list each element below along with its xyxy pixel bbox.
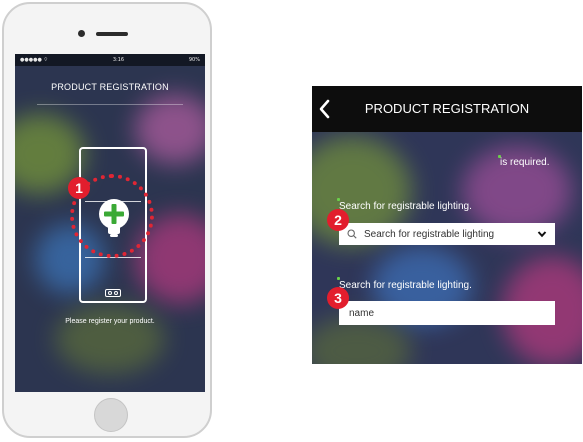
speaker-grille	[96, 32, 128, 36]
lighting-search-select[interactable]: Search for registrable lighting	[339, 223, 555, 245]
device-logo-icon	[105, 289, 121, 297]
status-battery: 90%	[188, 57, 200, 63]
camera-dot	[78, 30, 85, 37]
chevron-down-icon[interactable]	[537, 230, 547, 238]
phone-screen: ●●●●● ⌔ 3:16 90% PRODUCT REGISTRATION Pl…	[15, 54, 205, 392]
title-divider	[37, 104, 183, 105]
name-input[interactable]	[339, 301, 555, 325]
register-caption: Please register your product.	[65, 318, 155, 325]
page-title: PRODUCT REGISTRATION	[364, 101, 530, 116]
search-field-label: Search for registrable lighting.	[339, 201, 472, 212]
step-badge-3: 3	[327, 287, 349, 309]
status-time: 3:16	[112, 57, 125, 63]
name-field-label: Search for registrable lighting.	[339, 280, 472, 291]
phone-mockup: ●●●●● ⌔ 3:16 90% PRODUCT REGISTRATION Pl…	[2, 2, 212, 438]
app-header: PRODUCT REGISTRATION	[312, 86, 582, 132]
home-button	[94, 398, 128, 432]
required-note: is required.	[500, 157, 550, 168]
step-badge-1: 1	[68, 177, 90, 199]
status-carrier: ●●●●● ⌔	[20, 57, 49, 63]
search-icon	[347, 229, 357, 239]
search-select-value: Search for registrable lighting	[364, 228, 495, 240]
bg-blob	[55, 304, 165, 374]
lightbulb-plus-icon[interactable]	[97, 198, 131, 238]
registration-screen: PRODUCT REGISTRATION is required. Search…	[312, 86, 582, 364]
phone-page-title: PRODUCT REGISTRATION	[51, 82, 169, 92]
status-bar: ●●●●● ⌔ 3:16 90%	[15, 54, 205, 66]
step-badge-2: 2	[327, 209, 349, 231]
